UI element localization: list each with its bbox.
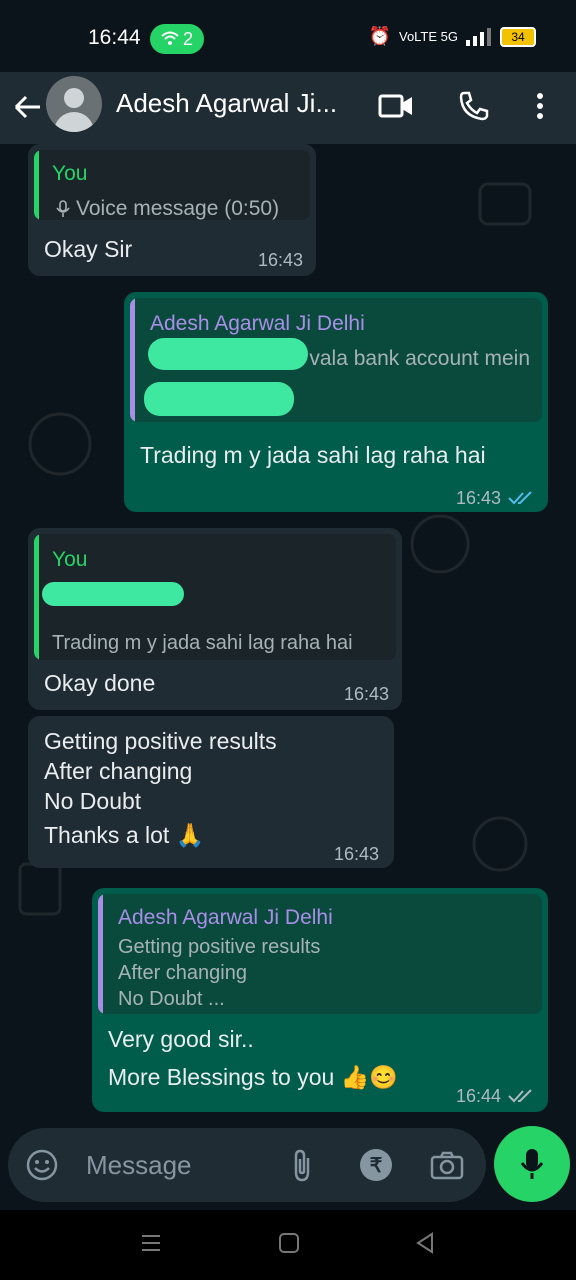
quote-line: Getting positive results (118, 936, 321, 958)
quote-author: You (52, 162, 88, 185)
quoted-message[interactable]: Adesh Agarwal Ji Delhi vala bank account… (130, 298, 542, 422)
quote-author: You (52, 548, 88, 571)
quote-bar (34, 150, 39, 220)
mic-icon (56, 200, 70, 217)
chat-header: Adesh Agarwal Ji... (0, 72, 576, 144)
network-label: VoLTE 5G (398, 29, 458, 44)
status-bar: 16:44 2 ⏰ VoLTE 5G 34 (0, 0, 576, 72)
chat-area[interactable]: You Voice message (0:50) Okay Sir 16:43 … (0, 144, 576, 1134)
status-time: 16:44 (88, 26, 141, 49)
more-vert-icon (537, 93, 543, 119)
message-time: 16:43 (344, 684, 390, 704)
wifi-icon (161, 31, 179, 45)
battery-icon: 34 (500, 26, 536, 47)
attach-icon[interactable] (290, 1148, 314, 1182)
redaction-mark (148, 338, 308, 370)
voice-record-button[interactable] (494, 1126, 570, 1202)
quoted-message[interactable]: Adesh Agarwal Ji Delhi Getting positive … (98, 894, 542, 1014)
message-time: 16:43 (334, 844, 380, 864)
message-bubble-incoming[interactable]: Getting positive results After changing … (28, 716, 394, 868)
quote-bar (34, 534, 39, 660)
delivered-ticks-icon (508, 1089, 532, 1103)
message-bubble-incoming[interactable]: You Voice message (0:50) Okay Sir 16:43 (28, 144, 316, 276)
contact-name[interactable]: Adesh Agarwal Ji... (116, 88, 337, 119)
voice-message-label: Voice message (0:50) (76, 197, 280, 220)
compose-bar: Message ₹ (0, 1124, 576, 1214)
voice-call-button[interactable] (454, 86, 494, 126)
camera-icon[interactable] (430, 1150, 464, 1180)
redaction-mark (42, 582, 184, 606)
video-icon (378, 94, 412, 118)
quote-bar (130, 298, 135, 422)
redaction-mark (144, 382, 294, 416)
message-bubble-outgoing[interactable]: Adesh Agarwal Ji Delhi vala bank account… (124, 292, 548, 512)
more-options-button[interactable] (520, 86, 560, 126)
message-line: Getting positive results (44, 728, 277, 754)
message-line: After changing (44, 758, 193, 784)
back-nav-icon[interactable] (414, 1232, 436, 1254)
home-nav-icon[interactable] (278, 1232, 300, 1254)
quote-author: Adesh Agarwal Ji Delhi (118, 906, 333, 929)
quote-text: Voice message (0:50) (56, 196, 279, 220)
message-text: Okay Sir (44, 236, 133, 262)
avatar[interactable] (46, 76, 102, 132)
system-icons: ⏰ VoLTE 5G 34 (369, 26, 536, 47)
hotspot-count: 2 (182, 28, 193, 49)
back-arrow-icon[interactable] (12, 92, 42, 122)
mic-icon (520, 1149, 544, 1179)
quote-line: After changing (118, 962, 247, 984)
quoted-message[interactable]: You Trading m y jada sahi lag raha hai (34, 534, 396, 660)
battery-level: 34 (511, 29, 525, 44)
menu-nav-icon[interactable] (140, 1232, 162, 1254)
message-time: 16:43 (456, 488, 502, 508)
quote-bar (98, 894, 103, 1014)
quote-author: Adesh Agarwal Ji Delhi (150, 312, 365, 335)
alarm-icon: ⏰ (368, 26, 391, 46)
message-line: Thanks a lot 🙏 (44, 822, 205, 848)
message-text: Trading m y jada sahi lag raha hai (140, 442, 486, 468)
payment-rupee-icon[interactable]: ₹ (360, 1149, 392, 1181)
message-placeholder: Message (86, 1150, 192, 1180)
message-bubble-outgoing[interactable]: Adesh Agarwal Ji Delhi Getting positive … (92, 888, 548, 1112)
message-time: 16:44 (456, 1086, 502, 1106)
message-time: 16:43 (258, 250, 304, 270)
quote-text: Trading m y jada sahi lag raha hai (52, 632, 353, 654)
message-line: No Doubt (44, 788, 142, 814)
message-line: More Blessings to you 👍😊 (108, 1064, 398, 1090)
phone-icon (459, 91, 489, 121)
message-bubble-incoming[interactable]: You Trading m y jada sahi lag raha hai O… (28, 528, 402, 710)
system-nav-bar (0, 1210, 576, 1280)
quote-line: No Doubt ... (118, 988, 225, 1010)
message-line: Very good sir.. (108, 1026, 254, 1052)
read-ticks-icon (508, 491, 532, 505)
hotspot-badge: 2 (150, 24, 204, 54)
signal-icon (466, 27, 491, 46)
message-text: Okay done (44, 670, 156, 696)
emoji-icon[interactable] (26, 1149, 58, 1181)
video-call-button[interactable] (376, 86, 416, 126)
message-input[interactable]: Message ₹ (8, 1128, 486, 1202)
quoted-message[interactable]: You Voice message (0:50) (34, 150, 310, 220)
